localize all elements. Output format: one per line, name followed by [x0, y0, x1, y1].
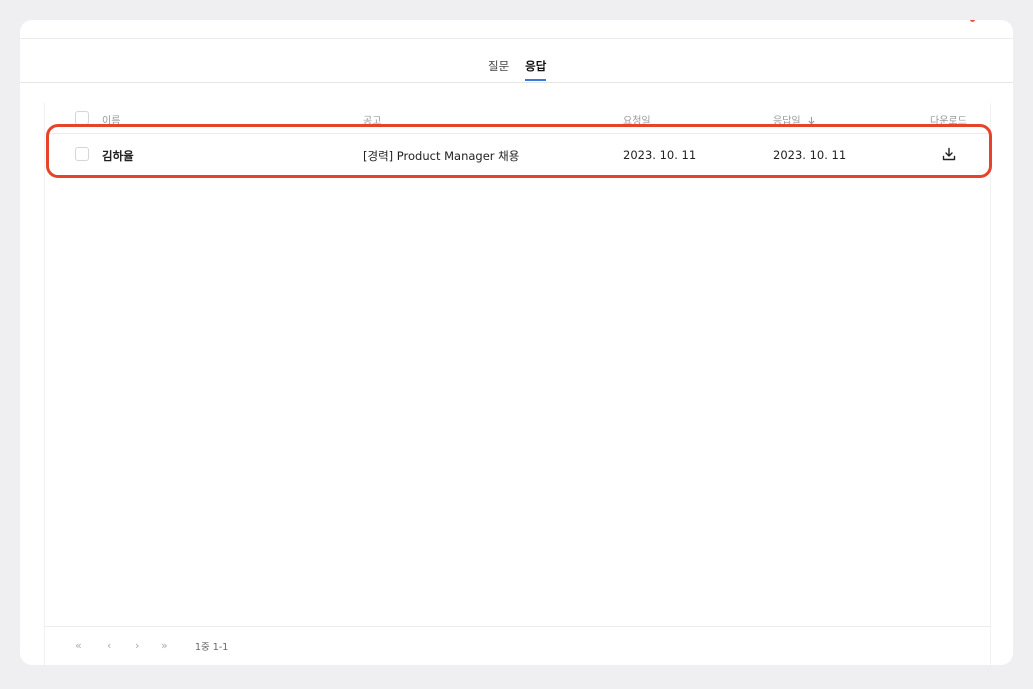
- row-highlight-annotation: [46, 124, 992, 178]
- top-strip: [20, 20, 1013, 39]
- tabs: 질문 응답: [488, 58, 547, 81]
- tab-bar: 질문 응답: [20, 38, 1013, 83]
- first-page-button[interactable]: «: [75, 639, 82, 652]
- notification-dot: [970, 20, 975, 22]
- page-info: 1중 1-1: [195, 642, 229, 653]
- tab-questions[interactable]: 질문: [488, 58, 509, 81]
- select-all-checkbox[interactable]: [75, 111, 89, 125]
- responses-table: 이름 공고 요청일 응답일 다운로드 김하율 [경력] Product Mana…: [44, 103, 991, 665]
- last-page-button[interactable]: »: [161, 639, 168, 652]
- pagination: « ‹ › » 1중 1-1: [45, 626, 990, 665]
- next-page-button[interactable]: ›: [135, 639, 139, 652]
- prev-page-button[interactable]: ‹: [107, 639, 111, 652]
- app-window: 질문 응답 이름 공고 요청일 응답일 다운로드 김하율 [경력] Produc…: [20, 20, 1013, 665]
- tab-responses[interactable]: 응답: [525, 58, 547, 81]
